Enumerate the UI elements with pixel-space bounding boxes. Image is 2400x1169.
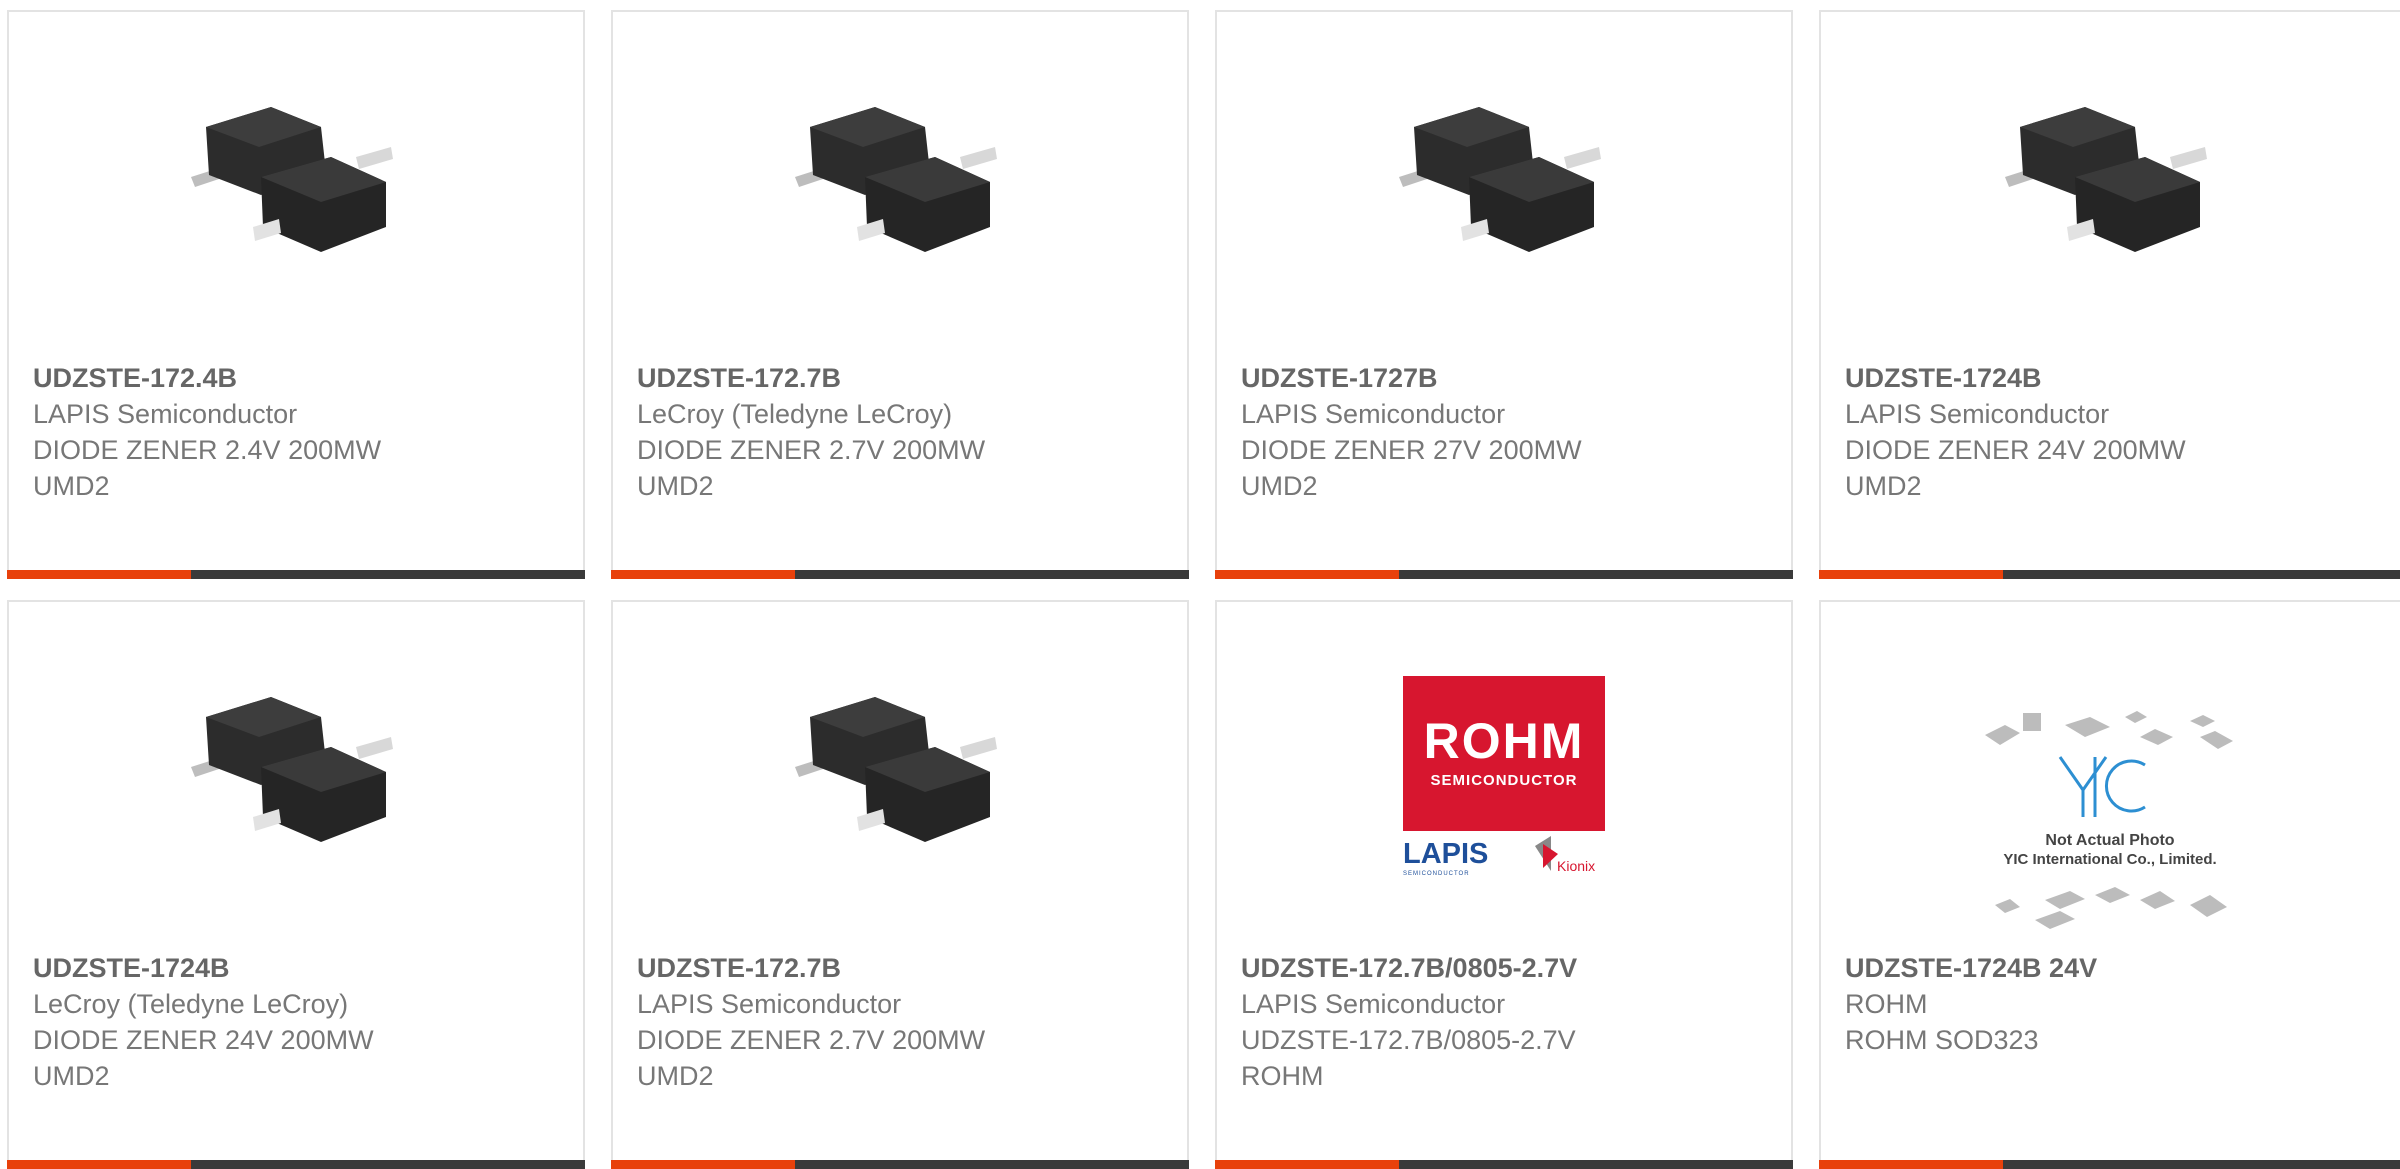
part-number[interactable]: UDZSTE-1724B 24V bbox=[1845, 950, 2390, 986]
card-bottom-bar bbox=[1819, 1160, 2400, 1169]
package: UMD2 bbox=[637, 1061, 714, 1091]
card-accent-bar bbox=[1215, 570, 1399, 579]
rohm-lapis-logo-icon: ROHM SEMICONDUCTOR LAPIS SEMICONDUCTOR K… bbox=[1403, 676, 1605, 877]
package: ROHM bbox=[1241, 1061, 1324, 1091]
product-card[interactable]: UDZSTE-1724B LAPIS Semiconductor DIODE Z… bbox=[1819, 10, 2400, 579]
card-accent-bar bbox=[7, 570, 191, 579]
manufacturer: LAPIS Semiconductor bbox=[1241, 989, 1506, 1019]
manufacturer: LAPIS Semiconductor bbox=[1845, 399, 2110, 429]
card-bottom-bar bbox=[7, 1160, 585, 1169]
package: UMD2 bbox=[1845, 471, 1922, 501]
description: ROHM SOD323 bbox=[1845, 1025, 2039, 1055]
product-card[interactable]: UDZSTE-172.4B LAPIS Semiconductor DIODE … bbox=[7, 10, 585, 579]
product-image[interactable] bbox=[613, 67, 1187, 307]
card-accent-bar bbox=[611, 570, 795, 579]
diode-package-icon bbox=[795, 107, 997, 252]
placeholder-line2: YIC International Co., Limited. bbox=[2003, 851, 2216, 868]
product-image[interactable] bbox=[613, 657, 1187, 897]
manufacturer: LAPIS Semiconductor bbox=[637, 989, 902, 1019]
manufacturer: LeCroy (Teledyne LeCroy) bbox=[33, 989, 349, 1019]
package: UMD2 bbox=[33, 471, 110, 501]
product-card[interactable]: UDZSTE-1727B LAPIS Semiconductor DIODE Z… bbox=[1215, 10, 1793, 579]
product-card[interactable]: UDZSTE-172.7B LeCroy (Teledyne LeCroy) D… bbox=[611, 10, 1189, 579]
card-bottom-bar bbox=[611, 1160, 1189, 1169]
package: UMD2 bbox=[637, 471, 714, 501]
part-number[interactable]: UDZSTE-172.7B bbox=[637, 950, 1177, 986]
description: DIODE ZENER 2.4V 200MW bbox=[33, 435, 382, 465]
placeholder-line1: Not Actual Photo bbox=[2045, 832, 2174, 849]
card-accent-bar bbox=[1215, 1160, 1399, 1169]
card-accent-bar bbox=[1819, 1160, 2003, 1169]
card-bottom-bar bbox=[7, 570, 585, 579]
card-bottom-bar bbox=[611, 570, 1189, 579]
package: UMD2 bbox=[33, 1061, 110, 1091]
description: DIODE ZENER 27V 200MW bbox=[1241, 435, 1582, 465]
card-bottom-bar bbox=[1215, 570, 1793, 579]
card-accent-bar bbox=[1819, 570, 2003, 579]
rohm-logo-text: ROHM bbox=[1424, 713, 1585, 769]
card-bottom-bar bbox=[1819, 570, 2400, 579]
description: DIODE ZENER 24V 200MW bbox=[1845, 435, 2186, 465]
description: UDZSTE-172.7B/0805-2.7V bbox=[1241, 1025, 1576, 1055]
manufacturer: ROHM bbox=[1845, 989, 1928, 1019]
description: DIODE ZENER 2.7V 200MW bbox=[637, 435, 986, 465]
manufacturer: LeCroy (Teledyne LeCroy) bbox=[637, 399, 953, 429]
product-image[interactable] bbox=[9, 67, 583, 307]
diode-package-icon bbox=[191, 697, 393, 842]
lapis-logo-subtext: SEMICONDUCTOR bbox=[1403, 871, 1470, 877]
product-image[interactable]: Not Actual Photo YIC International Co., … bbox=[1821, 692, 2399, 942]
product-card[interactable]: UDZSTE-1724B LeCroy (Teledyne LeCroy) DI… bbox=[7, 600, 585, 1169]
product-card[interactable]: ROHM SEMICONDUCTOR LAPIS SEMICONDUCTOR K… bbox=[1215, 600, 1793, 1169]
kionix-logo-text: Kionix bbox=[1557, 858, 1595, 874]
description: DIODE ZENER 24V 200MW bbox=[33, 1025, 374, 1055]
part-number[interactable]: UDZSTE-172.7B bbox=[637, 360, 1177, 396]
diode-package-icon bbox=[1399, 107, 1601, 252]
diode-package-icon bbox=[795, 697, 997, 842]
part-number[interactable]: UDZSTE-1727B bbox=[1241, 360, 1781, 396]
product-card[interactable]: Not Actual Photo YIC International Co., … bbox=[1819, 600, 2400, 1169]
product-card[interactable]: UDZSTE-172.7B LAPIS Semiconductor DIODE … bbox=[611, 600, 1189, 1169]
part-number[interactable]: UDZSTE-1724B bbox=[33, 950, 573, 986]
manufacturer: LAPIS Semiconductor bbox=[1241, 399, 1506, 429]
package: UMD2 bbox=[1241, 471, 1318, 501]
card-accent-bar bbox=[7, 1160, 191, 1169]
diode-package-icon bbox=[2005, 107, 2207, 252]
product-image[interactable] bbox=[1217, 67, 1791, 307]
description: DIODE ZENER 2.7V 200MW bbox=[637, 1025, 986, 1055]
manufacturer: LAPIS Semiconductor bbox=[33, 399, 298, 429]
rohm-logo-subtext: SEMICONDUCTOR bbox=[1431, 772, 1578, 789]
diode-package-icon bbox=[191, 107, 393, 252]
card-accent-bar bbox=[611, 1160, 795, 1169]
not-actual-photo-icon: Not Actual Photo YIC International Co., … bbox=[1985, 710, 2233, 929]
part-number[interactable]: UDZSTE-172.4B bbox=[33, 360, 573, 396]
lapis-logo-text: LAPIS bbox=[1403, 838, 1488, 870]
product-image[interactable] bbox=[9, 657, 583, 897]
part-number[interactable]: UDZSTE-172.7B/0805-2.7V bbox=[1241, 950, 1781, 986]
product-image[interactable]: ROHM SEMICONDUCTOR LAPIS SEMICONDUCTOR K… bbox=[1217, 657, 1791, 897]
card-bottom-bar bbox=[1215, 1160, 1793, 1169]
product-grid: UDZSTE-172.4B LAPIS Semiconductor DIODE … bbox=[0, 0, 2400, 1169]
part-number[interactable]: UDZSTE-1724B bbox=[1845, 360, 2390, 396]
product-image[interactable] bbox=[1821, 67, 2399, 307]
